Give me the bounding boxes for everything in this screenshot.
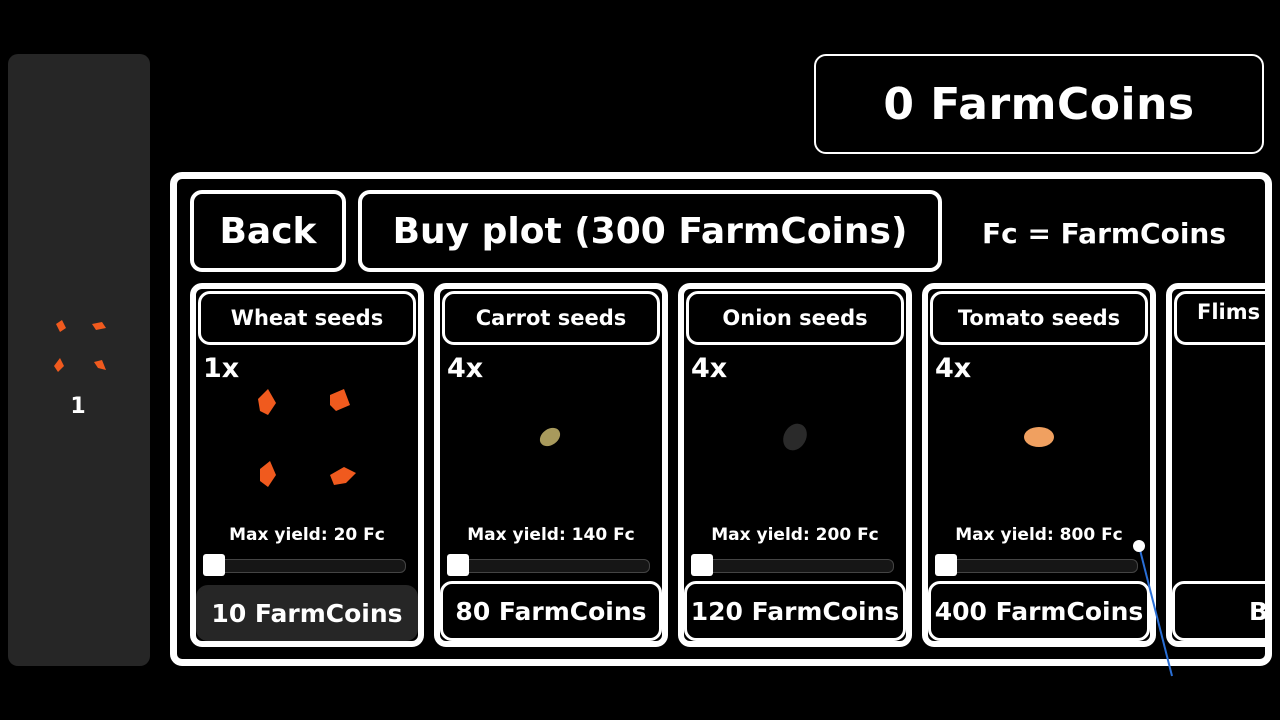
max-yield-label: Max yield: 140 Fc	[467, 525, 635, 545]
inventory-count: 1	[70, 394, 86, 419]
onion-seed-icon	[783, 423, 807, 451]
max-yield-label: Max yield: 20 Fc	[229, 525, 385, 545]
quantity-label: 1x	[203, 353, 240, 384]
currency-legend: Fc = FarmCoins	[982, 217, 1227, 250]
slider-thumb[interactable]	[935, 554, 957, 576]
wheat-seeds-icon	[258, 389, 356, 487]
card-title: Onion seeds	[686, 291, 904, 345]
card-title: Wheat seeds	[198, 291, 416, 345]
quantity-slider[interactable]	[203, 554, 406, 576]
quantity-slider[interactable]	[935, 554, 1138, 576]
farmcoins-balance: 0 FarmCoins	[814, 54, 1264, 154]
inventory-panel	[8, 54, 150, 666]
slider-thumb[interactable]	[691, 554, 713, 576]
buy-plot-button[interactable]: Buy plot (300 FarmCoins)	[358, 190, 942, 272]
quantity-slider[interactable]	[691, 554, 894, 576]
slider-thumb[interactable]	[447, 554, 469, 576]
max-yield-label: Max yield: 200 Fc	[711, 525, 879, 545]
card-title: Tomato seeds	[930, 291, 1148, 345]
back-button[interactable]: Back	[190, 190, 346, 272]
seed-shop-panel: Back Buy plot (300 FarmCoins) Fc = FarmC…	[170, 172, 1272, 666]
buy-carrot-button[interactable]: 80 FarmCoins	[440, 581, 662, 641]
carrot-seed-icon	[539, 427, 561, 447]
quantity-label: 4x	[447, 353, 484, 384]
seed-card-tomato: Tomato seeds 4x Max yield: 800 Fc 400 Fa…	[922, 283, 1156, 647]
buy-flims-button[interactable]: B	[1172, 581, 1265, 641]
quantity-slider[interactable]	[447, 554, 650, 576]
buy-wheat-button[interactable]: 10 FarmCoins	[196, 585, 418, 641]
seed-card-carrot: Carrot seeds 4x Max yield: 140 Fc 80 Far…	[434, 283, 668, 647]
wheat-seeds-icon[interactable]	[48, 316, 118, 386]
card-title: Carrot seeds	[442, 291, 660, 345]
tomato-seed-icon	[1024, 427, 1054, 447]
quantity-label: 4x	[691, 353, 728, 384]
seed-card-flims: Flims B	[1166, 283, 1265, 647]
buy-onion-button[interactable]: 120 FarmCoins	[684, 581, 906, 641]
slider-thumb[interactable]	[203, 554, 225, 576]
seed-card-onion: Onion seeds 4x Max yield: 200 Fc 120 Far…	[678, 283, 912, 647]
buy-tomato-button[interactable]: 400 FarmCoins	[928, 581, 1150, 641]
touch-pointer	[1133, 540, 1173, 677]
card-title: Flims	[1174, 291, 1265, 345]
quantity-label: 4x	[935, 353, 972, 384]
seed-card-wheat: Wheat seeds 1x Max yield: 20 Fc 10 FarmC…	[190, 283, 424, 647]
max-yield-label: Max yield: 800 Fc	[955, 525, 1123, 545]
